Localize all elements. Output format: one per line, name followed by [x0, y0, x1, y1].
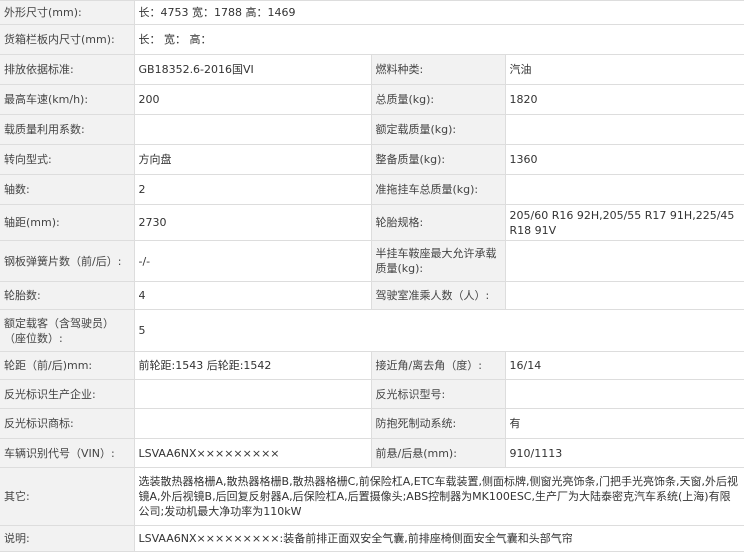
table-row: 钢板弹簧片数（前/后）: -/- 半挂车鞍座最大允许承载质量(kg):: [0, 240, 744, 282]
spec-label: 轴距(mm):: [0, 204, 135, 241]
spec-value: [504, 174, 744, 205]
table-row: 外形尺寸(mm): 长：4753 宽：1788 高：1469: [0, 0, 744, 25]
spec-label: 转向型式:: [0, 144, 135, 175]
spec-value: GB18352.6-2016国VI: [133, 54, 372, 85]
spec-value: 5: [133, 309, 744, 352]
spec-value: 205/60 R16 92H,205/55 R17 91H,225/45 R18…: [504, 204, 744, 241]
table-row: 载质量利用系数: 额定载质量(kg):: [0, 114, 744, 145]
table-row: 最高车速(km/h): 200 总质量(kg): 1820: [0, 84, 744, 115]
spec-label: 半挂车鞍座最大允许承载质量(kg):: [370, 240, 506, 282]
spec-value: [504, 379, 744, 409]
table-row: 轴数: 2 准拖挂车总质量(kg):: [0, 174, 744, 205]
spec-label: 货箱栏板内尺寸(mm):: [0, 24, 135, 55]
table-row: 额定载客（含驾驶员）（座位数）: 5: [0, 309, 744, 352]
spec-value: -/-: [133, 240, 372, 282]
table-row: 其它: 选装散热器格栅A,散热器格栅B,散热器格栅C,前保险杠A,ETC车载装置…: [0, 467, 744, 526]
table-row: 说明: LSVAA6NX×××××××××:装备前排正面双安全气囊,前排座椅侧面…: [0, 525, 744, 552]
spec-label: 排放依据标准:: [0, 54, 135, 85]
spec-value: [504, 240, 744, 282]
spec-value: 910/1113: [504, 438, 744, 468]
spec-value: [504, 114, 744, 145]
spec-value: 4: [133, 281, 372, 310]
spec-value: 有: [504, 408, 744, 439]
table-row: 轴距(mm): 2730 轮胎规格: 205/60 R16 92H,205/55…: [0, 204, 744, 241]
spec-value: 长：4753 宽：1788 高：1469: [133, 0, 744, 25]
table-row: 排放依据标准: GB18352.6-2016国VI 燃料种类: 汽油: [0, 54, 744, 85]
spec-value: 汽油: [504, 54, 744, 85]
spec-label: 说明:: [0, 525, 135, 552]
table-row: 反光标识生产企业: 反光标识型号:: [0, 379, 744, 409]
vehicle-spec-table: 外形尺寸(mm): 长：4753 宽：1788 高：1469 货箱栏板内尺寸(m…: [0, 0, 744, 552]
spec-label: 轮距（前/后)mm:: [0, 351, 135, 380]
spec-label: 载质量利用系数:: [0, 114, 135, 145]
spec-label: 其它:: [0, 467, 135, 526]
spec-label: 准拖挂车总质量(kg):: [370, 174, 506, 205]
spec-label: 额定载质量(kg):: [370, 114, 506, 145]
spec-label: 防抱死制动系统:: [370, 408, 506, 439]
spec-value: [504, 281, 744, 310]
spec-label: 外形尺寸(mm):: [0, 0, 135, 25]
spec-label: 驾驶室准乘人数（人）:: [370, 281, 506, 310]
table-row: 车辆识别代号（VIN）: LSVAA6NX××××××××× 前悬/后悬(mm)…: [0, 438, 744, 468]
spec-label: 轮胎规格:: [370, 204, 506, 241]
spec-value: [133, 114, 372, 145]
spec-value: 选装散热器格栅A,散热器格栅B,散热器格栅C,前保险杠A,ETC车载装置,侧面标…: [133, 467, 744, 526]
table-row: 轮胎数: 4 驾驶室准乘人数（人）:: [0, 281, 744, 310]
spec-label: 车辆识别代号（VIN）:: [0, 438, 135, 468]
spec-value: 2730: [133, 204, 372, 241]
table-row: 轮距（前/后)mm: 前轮距:1543 后轮距:1542 接近角/离去角（度）:…: [0, 351, 744, 380]
spec-value: 方向盘: [133, 144, 372, 175]
spec-value: 2: [133, 174, 372, 205]
spec-value: 1360: [504, 144, 744, 175]
spec-value: LSVAA6NX×××××××××: [133, 438, 372, 468]
spec-value: 1820: [504, 84, 744, 115]
spec-label: 轮胎数:: [0, 281, 135, 310]
spec-value: 长： 宽： 高：: [133, 24, 744, 55]
spec-value: LSVAA6NX×××××××××:装备前排正面双安全气囊,前排座椅侧面安全气囊…: [133, 525, 744, 552]
spec-label: 整备质量(kg):: [370, 144, 506, 175]
spec-value: 16/14: [504, 351, 744, 380]
spec-label: 燃料种类:: [370, 54, 506, 85]
spec-label: 反光标识型号:: [370, 379, 506, 409]
table-row: 反光标识商标: 防抱死制动系统: 有: [0, 408, 744, 439]
spec-label: 接近角/离去角（度）:: [370, 351, 506, 380]
spec-label: 额定载客（含驾驶员）（座位数）:: [0, 309, 135, 352]
spec-label: 反光标识商标:: [0, 408, 135, 439]
spec-label: 最高车速(km/h):: [0, 84, 135, 115]
spec-label: 轴数:: [0, 174, 135, 205]
spec-value: 前轮距:1543 后轮距:1542: [133, 351, 372, 380]
spec-value: [133, 408, 372, 439]
spec-value: 200: [133, 84, 372, 115]
table-row: 货箱栏板内尺寸(mm): 长： 宽： 高：: [0, 24, 744, 55]
spec-label: 反光标识生产企业:: [0, 379, 135, 409]
spec-label: 总质量(kg):: [370, 84, 506, 115]
table-row: 转向型式: 方向盘 整备质量(kg): 1360: [0, 144, 744, 175]
spec-value: [133, 379, 372, 409]
spec-label: 钢板弹簧片数（前/后）:: [0, 240, 135, 282]
spec-label: 前悬/后悬(mm):: [370, 438, 506, 468]
